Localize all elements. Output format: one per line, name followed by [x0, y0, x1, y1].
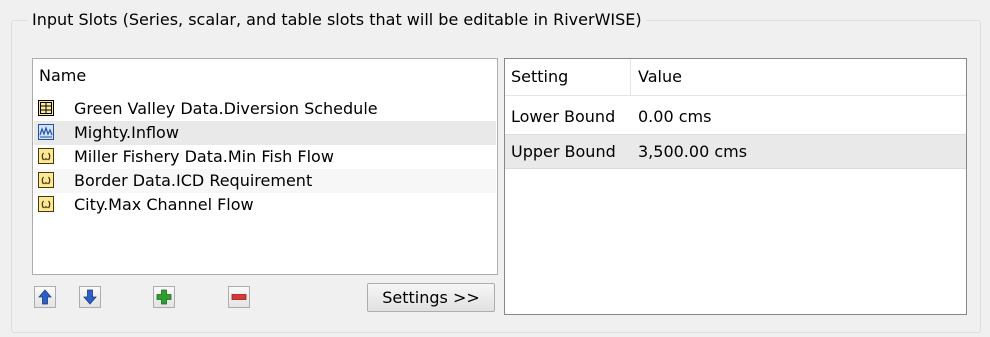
- series-slot-icon: [38, 124, 54, 140]
- list-item-label: Green Valley Data.Diversion Schedule: [74, 99, 378, 118]
- list-item[interactable]: City.Max Channel Flow: [34, 193, 496, 217]
- remove-slot-button[interactable]: [228, 286, 250, 308]
- column-header-setting[interactable]: Setting: [511, 66, 568, 88]
- table-row[interactable]: Upper Bound 3,500.00 cms: [505, 134, 966, 169]
- list-item-label: City.Max Channel Flow: [74, 195, 254, 214]
- add-slot-button[interactable]: [153, 286, 175, 308]
- list-item[interactable]: Green Valley Data.Diversion Schedule: [34, 97, 496, 121]
- scalar-slot-icon: [38, 172, 54, 188]
- group-title: Input Slots (Series, scalar, and table s…: [28, 10, 646, 30]
- slot-list[interactable]: Name Green Valley Data.Diversion Schedul…: [32, 58, 498, 275]
- column-header-value[interactable]: Value: [638, 66, 682, 88]
- column-separator[interactable]: [630, 59, 631, 95]
- table-row[interactable]: Lower Bound 0.00 cms: [505, 99, 966, 134]
- setting-cell: Upper Bound: [511, 142, 616, 161]
- plus-icon: [156, 289, 172, 305]
- settings-table-header: Setting Value: [505, 59, 966, 96]
- minus-icon: [231, 294, 247, 300]
- list-item[interactable]: Border Data.ICD Requirement: [34, 169, 496, 193]
- periodic-slot-icon: [38, 100, 54, 116]
- settings-toggle-button[interactable]: Settings >>: [367, 283, 495, 312]
- list-item-label: Mighty.Inflow: [74, 123, 179, 142]
- list-item[interactable]: Miller Fishery Data.Min Fish Flow: [34, 145, 496, 169]
- arrow-down-icon: [83, 289, 97, 305]
- list-header-name: Name: [39, 66, 87, 85]
- scalar-slot-icon: [38, 196, 54, 212]
- scalar-slot-icon: [38, 148, 54, 164]
- value-cell[interactable]: 3,500.00 cms: [638, 135, 747, 168]
- value-cell[interactable]: 0.00 cms: [638, 99, 711, 134]
- list-item-label: Miller Fishery Data.Min Fish Flow: [74, 147, 334, 166]
- move-up-button[interactable]: [34, 286, 56, 308]
- move-down-button[interactable]: [79, 286, 101, 308]
- list-item[interactable]: Mighty.Inflow: [34, 121, 496, 145]
- arrow-up-icon: [38, 289, 52, 305]
- slot-list-rows: Green Valley Data.Diversion Schedule Mig…: [34, 97, 496, 217]
- settings-table[interactable]: Setting Value Lower Bound 0.00 cms Upper…: [504, 58, 967, 315]
- setting-cell: Lower Bound: [511, 107, 616, 126]
- list-item-label: Border Data.ICD Requirement: [74, 171, 313, 190]
